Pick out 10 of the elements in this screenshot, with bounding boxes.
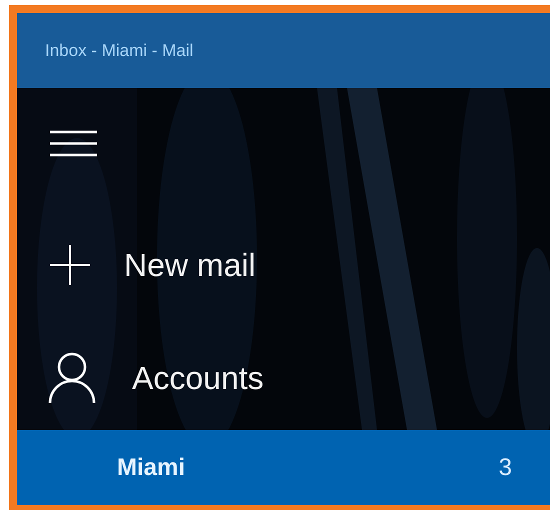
menu-icon — [50, 130, 97, 157]
window-title: Inbox - Miami - Mail — [45, 40, 194, 60]
unread-count: 3 — [498, 454, 512, 482]
plus-icon — [50, 245, 90, 285]
person-icon — [48, 352, 96, 404]
account-name: Miami — [117, 454, 186, 482]
nav-item[interactable]: New mail — [50, 239, 550, 291]
account-item[interactable]: Miami 3 — [17, 430, 550, 505]
menu-button[interactable] — [50, 130, 97, 157]
nav-item[interactable]: Accounts — [50, 352, 550, 404]
